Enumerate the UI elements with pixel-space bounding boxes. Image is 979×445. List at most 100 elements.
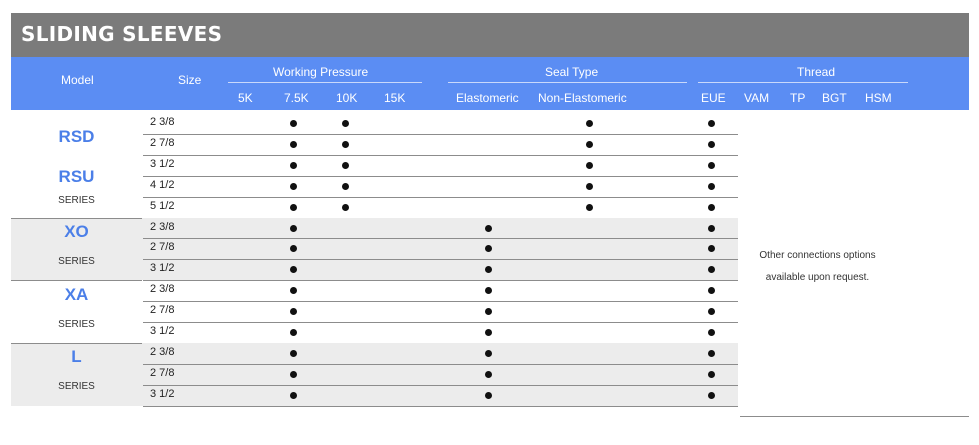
check-dot bbox=[708, 308, 715, 316]
check-dot bbox=[708, 182, 715, 190]
check-dot bbox=[485, 329, 492, 336]
check-dot bbox=[586, 140, 593, 148]
row-divider bbox=[143, 133, 738, 135]
check-dot bbox=[708, 391, 715, 399]
size-cell: 2 3/8 bbox=[150, 220, 175, 233]
row-divider bbox=[143, 384, 738, 386]
row-divider bbox=[143, 259, 738, 261]
table-header: Model Size Working Pressure Seal Type Th… bbox=[11, 57, 969, 110]
check-dot bbox=[290, 349, 297, 357]
header-divider bbox=[448, 82, 687, 83]
model-name: RSU bbox=[58, 167, 95, 187]
header-thread: Thread bbox=[797, 65, 836, 79]
title-bar: SLIDING SLEEVES bbox=[11, 13, 969, 57]
check-dot bbox=[708, 329, 715, 336]
header-elastomeric: Elastomeric bbox=[456, 91, 519, 105]
check-dot bbox=[290, 203, 297, 211]
check-dot bbox=[586, 182, 593, 190]
check-dot bbox=[708, 349, 715, 357]
size-cell: 5 1/2 bbox=[150, 199, 175, 212]
row-divider bbox=[143, 405, 738, 407]
size-cell: 2 3/8 bbox=[150, 116, 175, 128]
series-label: SERIES bbox=[58, 255, 95, 267]
check-dot bbox=[342, 182, 349, 190]
check-dot bbox=[290, 329, 297, 336]
check-dot bbox=[485, 308, 492, 316]
model-name: L bbox=[71, 347, 82, 367]
header-vam: VAM bbox=[744, 91, 770, 105]
check-dot bbox=[290, 224, 297, 232]
header-seal-type: Seal Type bbox=[545, 65, 599, 79]
size-cell: 2 3/8 bbox=[150, 283, 175, 296]
group-divider bbox=[11, 280, 142, 282]
check-dot bbox=[290, 140, 297, 148]
model-name: XO bbox=[64, 221, 89, 241]
row-divider bbox=[143, 238, 738, 240]
header-5k: 5K bbox=[238, 91, 253, 105]
header-model: Model bbox=[61, 73, 94, 87]
row-divider bbox=[143, 154, 738, 156]
header-divider bbox=[228, 82, 422, 83]
size-cell: 2 3/8 bbox=[150, 345, 175, 358]
header-7-5k: 7.5K bbox=[284, 91, 309, 105]
check-dot bbox=[342, 203, 349, 211]
group-divider bbox=[11, 342, 142, 344]
check-dot bbox=[708, 120, 715, 127]
header-tp: TP bbox=[790, 91, 806, 105]
check-dot bbox=[485, 224, 492, 232]
header-bgt: BGT bbox=[822, 91, 847, 105]
size-cell: 3 1/2 bbox=[150, 262, 175, 275]
check-dot bbox=[290, 391, 297, 399]
model-name: XA bbox=[64, 284, 89, 304]
row-divider bbox=[143, 175, 738, 177]
check-dot bbox=[290, 120, 297, 127]
check-dot bbox=[485, 287, 492, 295]
size-cell: 4 1/2 bbox=[150, 178, 175, 191]
check-dot bbox=[290, 308, 297, 316]
series-label: SERIES bbox=[58, 318, 95, 330]
check-dot bbox=[342, 161, 349, 169]
size-cell: 3 1/2 bbox=[150, 157, 175, 170]
row-divider bbox=[143, 322, 738, 323]
row-divider bbox=[143, 363, 738, 365]
check-dot bbox=[485, 349, 492, 357]
bottom-divider bbox=[740, 416, 969, 417]
size-cell: 2 7/8 bbox=[150, 136, 175, 149]
size-cell: 3 1/2 bbox=[150, 325, 175, 337]
header-eue: EUE bbox=[701, 91, 726, 105]
check-dot bbox=[342, 140, 349, 148]
series-label: SERIES bbox=[58, 381, 95, 393]
check-dot bbox=[290, 370, 297, 378]
header-working-pressure: Working Pressure bbox=[273, 65, 369, 79]
header-hsm: HSM bbox=[865, 91, 892, 105]
header-size: Size bbox=[178, 73, 202, 87]
header-15k: 15K bbox=[384, 91, 406, 105]
model-name: RSD bbox=[58, 127, 95, 147]
check-dot bbox=[290, 161, 297, 169]
check-dot bbox=[342, 120, 349, 127]
size-cell: 2 7/8 bbox=[150, 241, 175, 254]
row-divider bbox=[143, 280, 738, 282]
header-10k: 10K bbox=[336, 91, 358, 105]
header-non-elastomeric: Non-Elastomeric bbox=[538, 91, 627, 105]
size-cell: 3 1/2 bbox=[150, 387, 175, 400]
check-dot bbox=[586, 161, 593, 169]
check-dot bbox=[708, 203, 715, 211]
check-dot bbox=[586, 120, 593, 127]
group-divider bbox=[11, 217, 142, 219]
check-dot bbox=[708, 370, 715, 378]
check-dot bbox=[708, 140, 715, 148]
check-dot bbox=[290, 182, 297, 190]
size-cell: 2 7/8 bbox=[150, 366, 175, 379]
row-divider bbox=[143, 301, 738, 303]
check-dot bbox=[290, 287, 297, 295]
check-dot bbox=[586, 203, 593, 211]
note-line-2: available upon request. bbox=[765, 272, 870, 283]
check-dot bbox=[708, 287, 715, 295]
row-divider bbox=[143, 196, 738, 198]
size-cell: 2 7/8 bbox=[150, 304, 175, 317]
check-dot bbox=[485, 391, 492, 399]
page-title: SLIDING SLEEVES bbox=[21, 22, 223, 46]
series-label: SERIES bbox=[58, 195, 95, 207]
check-dot bbox=[708, 224, 715, 232]
